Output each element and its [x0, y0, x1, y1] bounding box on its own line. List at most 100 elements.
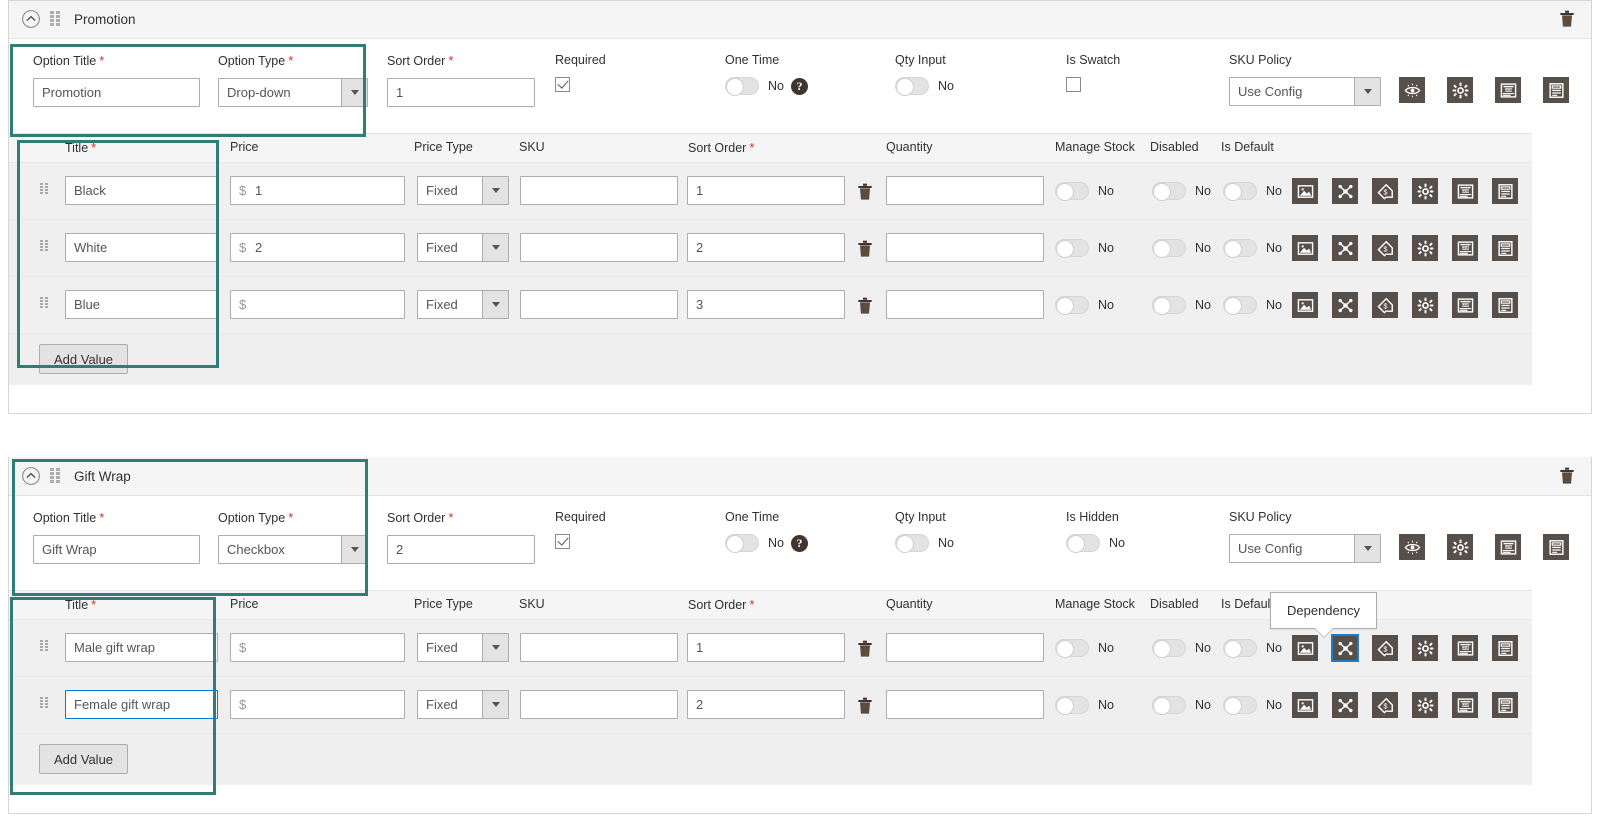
delete-value-button[interactable]	[857, 697, 873, 718]
form-list-icon[interactable]	[1543, 534, 1569, 560]
option-sort-order-input[interactable]	[387, 78, 535, 107]
sku-policy-select[interactable]: Use ConfigParent SKUOption SKU	[1229, 77, 1381, 106]
option-title-input[interactable]	[33, 78, 200, 107]
disabled-toggle[interactable]	[1152, 182, 1186, 201]
value-price-input[interactable]	[230, 233, 405, 262]
value-price-type-select[interactable]: FixedPercent	[417, 176, 509, 205]
qty-input-toggle[interactable]	[895, 534, 929, 553]
is-default-toggle[interactable]	[1223, 239, 1257, 258]
dependency-icon[interactable]	[1332, 292, 1358, 318]
help-icon[interactable]: ?	[790, 534, 808, 552]
is-default-toggle[interactable]	[1223, 296, 1257, 315]
name-label-icon[interactable]: NAME	[1495, 534, 1521, 560]
form-list-icon[interactable]	[1492, 235, 1518, 261]
gear-icon[interactable]	[1412, 235, 1438, 261]
price-tag-icon[interactable]: $	[1372, 635, 1398, 661]
image-icon[interactable]	[1292, 178, 1318, 204]
name-label-icon[interactable]: NAME	[1495, 77, 1521, 103]
price-tag-icon[interactable]: $	[1372, 692, 1398, 718]
image-icon[interactable]	[1292, 635, 1318, 661]
name-label-icon[interactable]: NAME	[1452, 635, 1478, 661]
delete-section-button[interactable]	[1559, 467, 1577, 486]
delete-value-button[interactable]	[857, 240, 873, 261]
dependency-icon[interactable]	[1331, 634, 1359, 662]
help-icon[interactable]: ?	[790, 77, 808, 95]
sku-policy-select[interactable]: Use ConfigParent SKUOption SKU	[1229, 534, 1381, 563]
value-drag-handle-icon[interactable]	[40, 697, 49, 711]
add-value-button[interactable]: Add Value	[39, 344, 129, 374]
option-sort-order-input[interactable]	[387, 535, 535, 564]
disabled-toggle[interactable]	[1152, 639, 1186, 658]
disabled-toggle[interactable]	[1152, 239, 1186, 258]
value-title-input[interactable]	[65, 690, 218, 719]
value-quantity-input[interactable]	[886, 290, 1044, 319]
form-list-icon[interactable]	[1543, 77, 1569, 103]
is-default-toggle[interactable]	[1223, 639, 1257, 658]
one-time-toggle[interactable]	[725, 534, 759, 553]
value-price-type-select[interactable]: FixedPercent	[417, 633, 509, 662]
required-checkbox[interactable]	[555, 77, 570, 92]
value-sort-order-input[interactable]	[687, 176, 845, 205]
disabled-toggle[interactable]	[1152, 296, 1186, 315]
value-sku-input[interactable]	[520, 233, 678, 262]
dependency-icon[interactable]	[1332, 178, 1358, 204]
is-default-toggle[interactable]	[1223, 182, 1257, 201]
form-list-icon[interactable]	[1492, 635, 1518, 661]
qty-input-toggle[interactable]	[895, 77, 929, 96]
delete-value-button[interactable]	[857, 297, 873, 318]
name-label-icon[interactable]: NAME	[1452, 178, 1478, 204]
gear-icon[interactable]	[1412, 292, 1438, 318]
form-list-icon[interactable]	[1492, 692, 1518, 718]
collapse-chevron-icon[interactable]	[21, 466, 41, 486]
option-type-select[interactable]: Drop-downCheckboxRadio ButtonsMultiple S…	[218, 535, 368, 564]
value-drag-handle-icon[interactable]	[40, 240, 49, 254]
is-default-toggle[interactable]	[1223, 696, 1257, 715]
is-swatch-checkbox[interactable]	[1066, 77, 1081, 92]
option-title-input[interactable]	[33, 535, 200, 564]
value-sku-input[interactable]	[520, 290, 678, 319]
gear-icon[interactable]	[1412, 692, 1438, 718]
manage-stock-toggle[interactable]	[1055, 639, 1089, 658]
value-drag-handle-icon[interactable]	[40, 183, 49, 197]
dependency-icon[interactable]	[1332, 692, 1358, 718]
price-tag-icon[interactable]: $	[1372, 292, 1398, 318]
value-quantity-input[interactable]	[886, 633, 1044, 662]
value-title-input[interactable]	[65, 633, 218, 662]
value-sku-input[interactable]	[520, 176, 678, 205]
disabled-toggle[interactable]	[1152, 696, 1186, 715]
name-label-icon[interactable]: NAME	[1452, 692, 1478, 718]
image-icon[interactable]	[1292, 292, 1318, 318]
gear-icon[interactable]	[1447, 77, 1473, 103]
required-checkbox[interactable]	[555, 534, 570, 549]
value-price-type-select[interactable]: FixedPercent	[417, 233, 509, 262]
value-price-type-select[interactable]: FixedPercent	[417, 690, 509, 719]
form-list-icon[interactable]	[1492, 292, 1518, 318]
image-icon[interactable]	[1292, 692, 1318, 718]
eye-icon[interactable]	[1399, 77, 1425, 103]
manage-stock-toggle[interactable]	[1055, 696, 1089, 715]
manage-stock-toggle[interactable]	[1055, 296, 1089, 315]
value-quantity-input[interactable]	[886, 233, 1044, 262]
option-type-select[interactable]: Drop-downCheckboxRadio ButtonsMultiple S…	[218, 78, 368, 107]
name-label-icon[interactable]: NAME	[1452, 292, 1478, 318]
value-sku-input[interactable]	[520, 690, 678, 719]
value-sort-order-input[interactable]	[687, 633, 845, 662]
value-title-input[interactable]	[65, 176, 218, 205]
value-price-input[interactable]	[230, 176, 405, 205]
value-price-input[interactable]	[230, 690, 405, 719]
value-price-input[interactable]	[230, 633, 405, 662]
gear-icon[interactable]	[1447, 534, 1473, 560]
delete-value-button[interactable]	[857, 183, 873, 204]
value-quantity-input[interactable]	[886, 176, 1044, 205]
is-hidden-toggle[interactable]	[1066, 534, 1100, 553]
value-sort-order-input[interactable]	[687, 290, 845, 319]
value-price-input[interactable]	[230, 290, 405, 319]
value-title-input[interactable]	[65, 290, 218, 319]
value-sku-input[interactable]	[520, 633, 678, 662]
gear-icon[interactable]	[1412, 178, 1438, 204]
name-label-icon[interactable]: NAME	[1452, 235, 1478, 261]
collapse-chevron-icon[interactable]	[21, 9, 41, 29]
value-drag-handle-icon[interactable]	[40, 297, 49, 311]
price-tag-icon[interactable]: $	[1372, 178, 1398, 204]
value-sort-order-input[interactable]	[687, 690, 845, 719]
